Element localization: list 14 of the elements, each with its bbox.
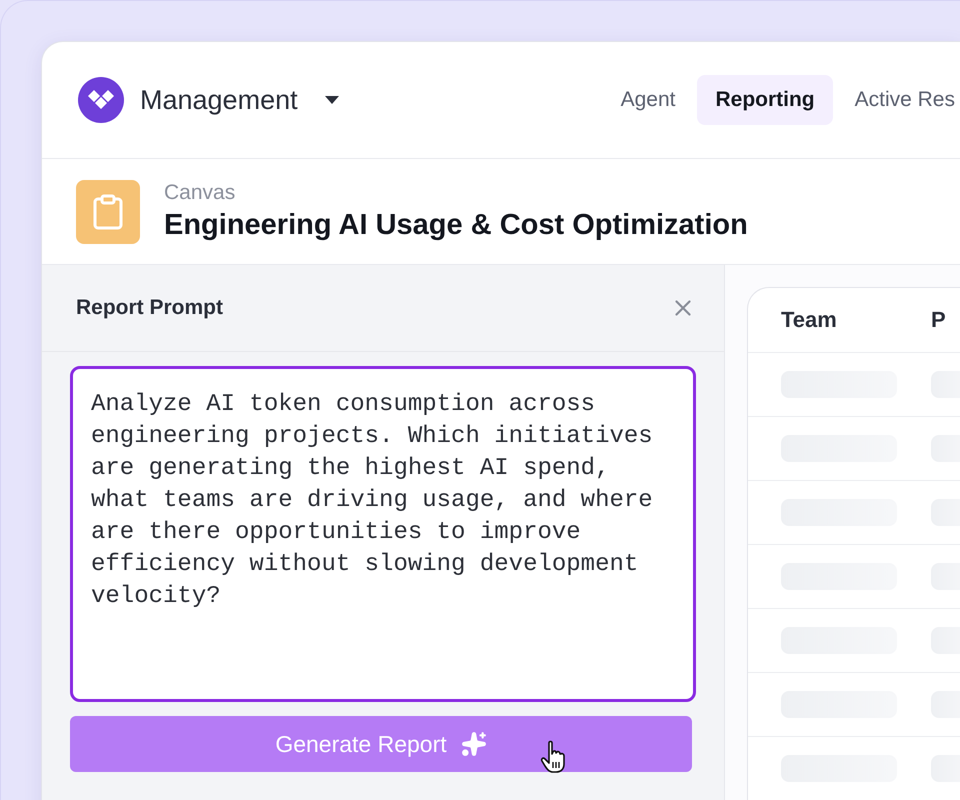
nav-tab[interactable]: Agent xyxy=(602,75,694,125)
clipboard-icon xyxy=(76,180,140,244)
canvas-label: Canvas xyxy=(164,181,236,205)
report-title: Engineering AI Usage & Cost Optimization xyxy=(164,209,748,242)
nav-tab[interactable]: Active Res xyxy=(836,75,955,125)
caret-icon[interactable] xyxy=(324,95,340,105)
prompt-field[interactable]: Analyze AI token consumption across engineering projects. Which initiatives are generating the highest AI spend, what teams are driving usage, and where are there opportunities to improve efficiency without slowing development velocity? xyxy=(70,366,696,702)
column-header: P xyxy=(931,307,947,333)
panel-title: Report Prompt xyxy=(76,296,223,320)
sparkles-icon xyxy=(460,731,487,757)
nav-tab[interactable]: Reporting xyxy=(697,75,833,125)
logo-icon xyxy=(78,77,124,123)
workspace-name[interactable]: Management xyxy=(140,84,298,116)
column-header: Team xyxy=(781,307,838,333)
